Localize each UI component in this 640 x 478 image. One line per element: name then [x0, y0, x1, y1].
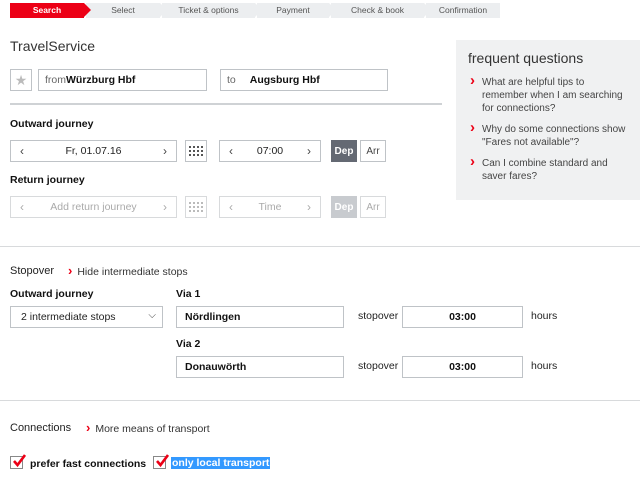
- progress-steps: Search Select Ticket & options Payment C…: [10, 3, 502, 18]
- calendar-icon[interactable]: [185, 140, 207, 162]
- from-station-input[interactable]: from Würzburg Hbf: [38, 69, 207, 91]
- hide-stops-text: Hide intermediate stops: [77, 266, 188, 278]
- from-prefix: from: [45, 74, 66, 86]
- via2-input[interactable]: Donauwörth: [176, 356, 344, 378]
- outward-heading: Outward journey: [10, 118, 94, 130]
- via2-time-input[interactable]: 03:00: [402, 356, 523, 378]
- via1-value: Nördlingen: [185, 311, 241, 323]
- outward-dep-toggle[interactable]: Dep: [331, 140, 357, 162]
- return-date-placeholder: Add return journey: [50, 201, 137, 213]
- via1-input[interactable]: Nördlingen: [176, 306, 344, 328]
- faq-question[interactable]: Can I combine standard and saver fares?: [468, 155, 628, 183]
- checkmark-icon: [13, 454, 26, 468]
- intermediate-stops-select[interactable]: 2 intermediate stops ⌵: [10, 306, 163, 328]
- page-title: TravelService: [10, 38, 96, 54]
- local-transport-label[interactable]: only local transport: [171, 457, 271, 469]
- step-ticket-options[interactable]: Ticket & options: [162, 3, 262, 18]
- faq-panel: frequent questions What are helpful tips…: [456, 40, 640, 200]
- via1-hours-label: hours: [531, 310, 558, 322]
- chevron-down-icon: ⌵: [148, 310, 156, 321]
- to-prefix: to: [227, 74, 236, 86]
- return-date-next-icon[interactable]: ›: [154, 200, 176, 214]
- return-dep-toggle[interactable]: Dep: [331, 196, 357, 218]
- chevron-right-icon: ›: [86, 420, 91, 435]
- stopover-journey-label: Outward journey: [10, 288, 94, 300]
- chevron-right-icon: ›: [68, 263, 73, 278]
- step-confirmation[interactable]: Confirmation: [426, 3, 500, 18]
- outward-date-spinner[interactable]: ‹ Fr, 01.07.16 ›: [10, 140, 177, 162]
- connections-label: Connections: [10, 422, 72, 434]
- return-time-prev-icon[interactable]: ‹: [220, 200, 242, 214]
- return-arr-toggle[interactable]: Arr: [360, 196, 386, 218]
- outward-time-spinner[interactable]: ‹ 07:00 ›: [219, 140, 321, 162]
- return-date-prev-icon[interactable]: ‹: [11, 200, 33, 214]
- stopover-label: Stopover: [10, 265, 55, 277]
- checkmark-icon: [156, 454, 169, 468]
- to-value: Augsburg Hbf: [249, 74, 320, 86]
- outward-time: 07:00: [256, 145, 284, 157]
- divider: [0, 246, 640, 247]
- date-prev-icon[interactable]: ‹: [11, 144, 33, 158]
- return-time-next-icon[interactable]: ›: [298, 200, 320, 214]
- hide-stops-link[interactable]: › Hide intermediate stops: [68, 263, 188, 278]
- select-value: 2 intermediate stops: [21, 311, 116, 323]
- via2-time: 03:00: [449, 361, 476, 373]
- step-check-book[interactable]: Check & book: [331, 3, 431, 18]
- divider: [0, 400, 640, 401]
- step-search[interactable]: Search: [10, 3, 91, 18]
- divider: [10, 103, 442, 105]
- fast-connections-checkbox[interactable]: [10, 454, 26, 469]
- to-station-input[interactable]: to Augsburg Hbf: [220, 69, 388, 91]
- via1-stopover-label: stopover: [358, 310, 399, 322]
- via2-stopover-label: stopover: [358, 360, 399, 372]
- step-payment[interactable]: Payment: [257, 3, 336, 18]
- time-prev-icon[interactable]: ‹: [220, 144, 242, 158]
- via2-value: Donauwörth: [185, 361, 247, 373]
- return-calendar-icon[interactable]: [185, 196, 207, 218]
- return-time-spinner[interactable]: ‹ Time ›: [219, 196, 321, 218]
- step-select[interactable]: Select: [86, 3, 167, 18]
- local-transport-checkbox[interactable]: [153, 454, 169, 469]
- time-next-icon[interactable]: ›: [298, 144, 320, 158]
- via1-time-input[interactable]: 03:00: [402, 306, 523, 328]
- date-next-icon[interactable]: ›: [154, 144, 176, 158]
- via2-label: Via 2: [176, 338, 201, 350]
- return-heading: Return journey: [10, 174, 85, 186]
- return-date-spinner[interactable]: ‹ Add return journey ›: [10, 196, 177, 218]
- faq-question[interactable]: Why do some connections show "Fares not …: [468, 121, 628, 149]
- fast-connections-label[interactable]: prefer fast connections: [30, 458, 146, 470]
- faq-question[interactable]: What are helpful tips to remember when I…: [468, 74, 628, 115]
- favorite-star-icon[interactable]: ★: [10, 69, 32, 91]
- via1-label: Via 1: [176, 288, 201, 300]
- via2-hours-label: hours: [531, 360, 558, 372]
- faq-title: frequent questions: [468, 50, 584, 66]
- via1-time: 03:00: [449, 311, 476, 323]
- return-time-placeholder: Time: [258, 201, 282, 213]
- outward-date: Fr, 01.07.16: [65, 145, 122, 157]
- more-transport-link[interactable]: › More means of transport: [86, 420, 210, 435]
- from-value: Würzburg Hbf: [66, 74, 136, 86]
- more-transport-text: More means of transport: [95, 423, 210, 435]
- outward-arr-toggle[interactable]: Arr: [360, 140, 386, 162]
